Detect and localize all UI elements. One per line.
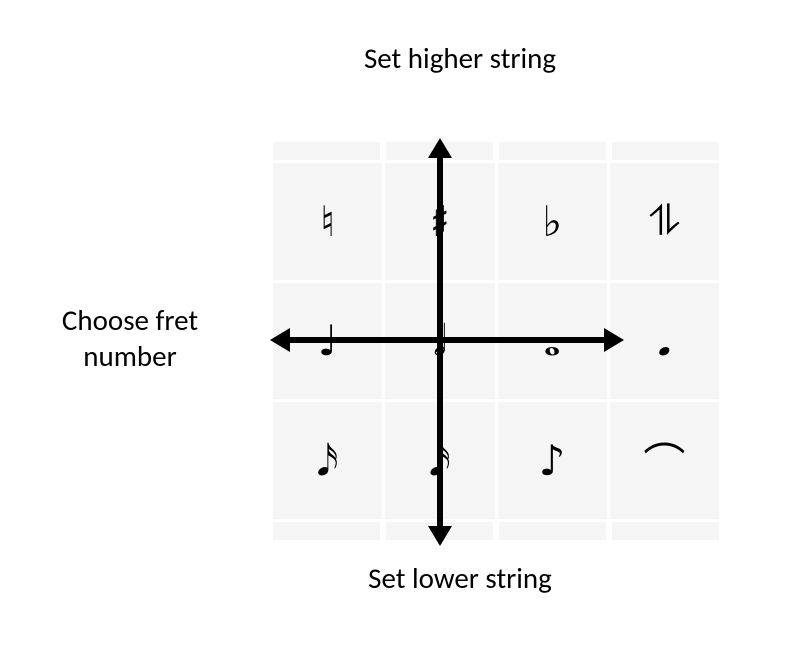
label-set-lower-string: Set lower string <box>260 560 660 596</box>
arrow-down-head <box>428 526 452 546</box>
cell-tremolo-ornament[interactable]: ⥮ <box>608 162 720 282</box>
cell-fermata-arc[interactable]: ⌒ <box>608 401 720 521</box>
cell-sixteenth-note[interactable]: 𝅘𝅥𝅯 <box>272 401 384 521</box>
arrow-up-head <box>428 138 452 158</box>
arrow-left-head <box>270 328 290 352</box>
arrow-right-head <box>604 328 624 352</box>
label-choose-fret-number: Choose fret number <box>20 302 240 375</box>
cell-natural-sign[interactable]: ♮ <box>272 162 384 282</box>
grid-ghost-bottom <box>270 519 722 540</box>
cell-double-whole-note[interactable]: 𝅘 <box>608 281 720 401</box>
horizontal-arrow-shaft <box>288 337 606 343</box>
label-choose-fret-line1: Choose fret <box>62 302 198 338</box>
label-set-higher-string: Set higher string <box>260 40 660 76</box>
cell-flat-sign[interactable]: ♭ <box>496 162 608 282</box>
cell-eighth-note[interactable]: ♪ <box>496 401 608 521</box>
grid-ghost-top <box>270 142 722 163</box>
label-choose-fret-line2: number <box>83 338 176 374</box>
diagram-canvas: Set higher string Choose fret number Set… <box>0 0 794 646</box>
